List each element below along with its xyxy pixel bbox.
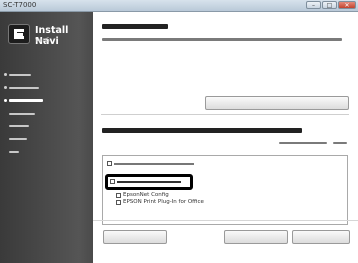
- sidebar-item-label: [9, 150, 19, 153]
- close-button[interactable]: ✕: [338, 1, 356, 9]
- manual-heading: [102, 24, 168, 29]
- app-version: Ver.5: [35, 37, 50, 44]
- list-item-label: EPSON Print Plug-In for Office: [123, 199, 204, 205]
- sidebar-item-4: [9, 110, 95, 117]
- checkbox-icon[interactable]: [116, 200, 121, 205]
- title-bar: SC-T7000 – □ ✕: [0, 0, 358, 12]
- sidebar-item-label: [9, 73, 31, 76]
- minimize-button[interactable]: –: [306, 1, 321, 9]
- checkbox-icon[interactable]: [116, 193, 121, 198]
- sidebar-item-1: [4, 71, 90, 78]
- sidebar-item-7: [9, 148, 95, 155]
- checkbox-checked-icon[interactable]: [110, 179, 115, 184]
- list-item-label: [114, 163, 194, 165]
- back-button[interactable]: [224, 230, 288, 244]
- sidebar-item-6: [9, 135, 95, 142]
- checkbox-checked-icon[interactable]: [107, 161, 112, 166]
- sidebar-item-label: [9, 112, 35, 115]
- sidebar: Install Navi Ver.5: [0, 12, 93, 263]
- install-button[interactable]: [292, 230, 350, 244]
- window-title: SC-T7000: [3, 1, 37, 9]
- maximize-button[interactable]: □: [322, 1, 337, 9]
- show-manual-button[interactable]: [205, 96, 349, 110]
- list-item-label: [117, 181, 181, 183]
- sidebar-item-label: [9, 124, 29, 127]
- footer-divider: [93, 220, 358, 221]
- bullet-icon: [4, 73, 7, 76]
- section-divider: [101, 114, 349, 115]
- list-item-label: EpsonNet Config: [123, 192, 169, 198]
- install-heading: [102, 128, 302, 133]
- install-size-note: [279, 142, 327, 144]
- main-content: EpsonNet Config EPSON Print Plug-In for …: [93, 12, 358, 263]
- install-navi-logo-icon: [8, 24, 30, 44]
- sidebar-item-label: [9, 99, 43, 102]
- sidebar-item-3-active: [4, 97, 90, 104]
- software-list: EpsonNet Config EPSON Print Plug-In for …: [102, 155, 348, 225]
- manual-description: [102, 38, 342, 41]
- sidebar-item-label: [9, 86, 39, 89]
- install-navi-window: SC-T7000 – □ ✕ Install Navi Ver.5 EpsonN…: [0, 0, 358, 263]
- bullet-icon: [4, 86, 7, 89]
- install-size-value: [333, 142, 347, 144]
- bullet-icon: [4, 99, 7, 102]
- sidebar-item-5: [9, 122, 95, 129]
- sidebar-item-label: [9, 137, 27, 140]
- sidebar-item-2: [4, 84, 90, 91]
- cancel-button[interactable]: [103, 230, 167, 244]
